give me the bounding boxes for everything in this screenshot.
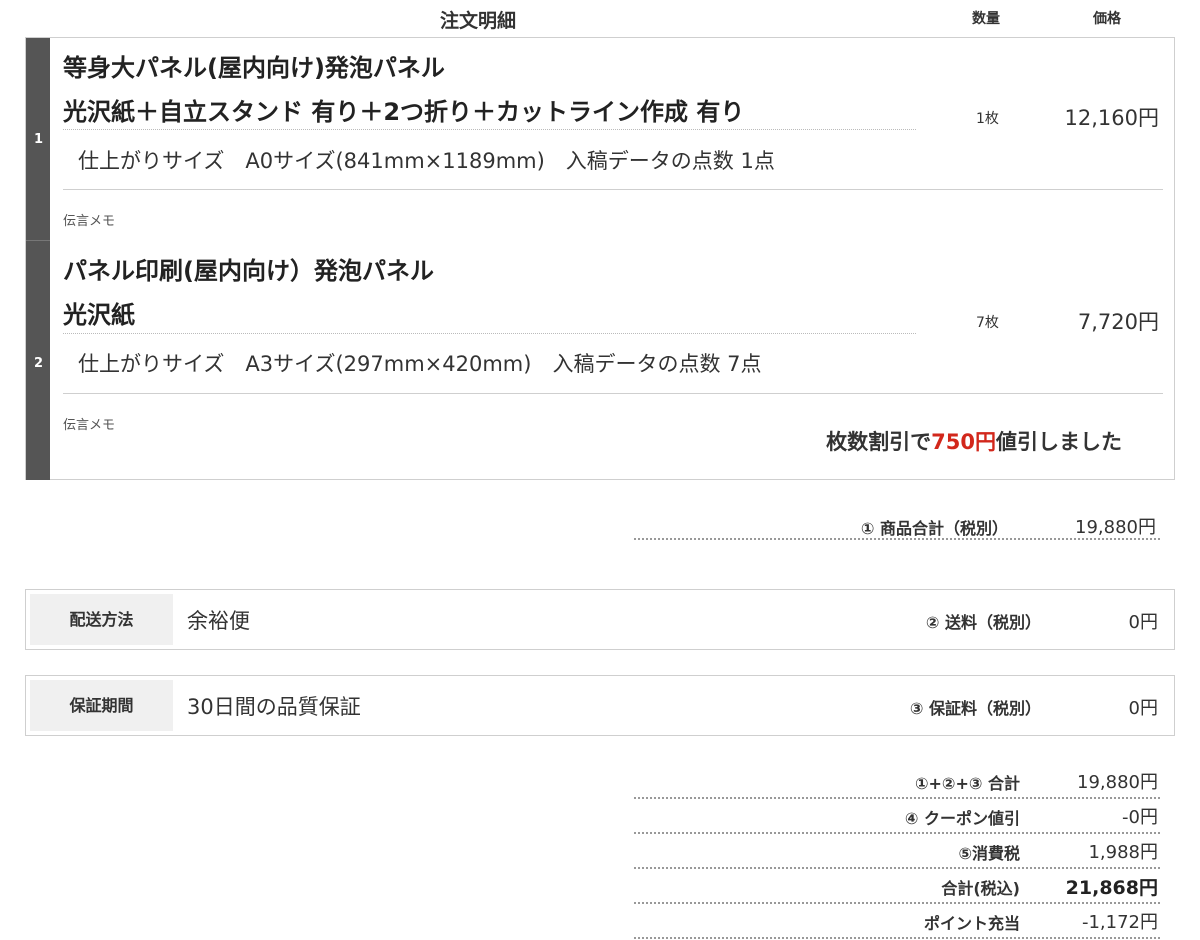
warranty-fee-value: 0円 bbox=[1128, 698, 1158, 719]
item-number: 2 bbox=[34, 356, 44, 371]
totals-row-combined: ①+②+③ 合計 19,880円 bbox=[634, 764, 1160, 799]
item-name-line1: 等身大パネル(屋内向け)発泡パネル bbox=[63, 54, 445, 82]
product-subtotal-label: ① 商品合計（税別） bbox=[860, 519, 1008, 538]
shipping-method-tag: 配送方法 bbox=[30, 594, 173, 645]
totals-value: -1,172円 bbox=[1081, 912, 1158, 933]
totals-value: -0円 bbox=[1122, 807, 1158, 828]
item-name-line2: 光沢紙＋自立スタンド 有り＋2つ折り＋カットライン作成 有り bbox=[63, 98, 745, 126]
order-totals: ①+②+③ 合計 19,880円 ④ クーポン値引 -0円 ⑤消費税 1,988… bbox=[634, 764, 1160, 939]
item-separator bbox=[63, 393, 1163, 394]
shipping-fee-label: ② 送料（税別） bbox=[925, 613, 1041, 632]
order-details-title: 注文明細 bbox=[440, 10, 517, 32]
discount-suffix: 値引しました bbox=[996, 430, 1122, 454]
item-name-line1: パネル印刷(屋内向け）発泡パネル bbox=[63, 257, 434, 285]
product-subtotal-value: 19,880円 bbox=[1075, 517, 1156, 538]
item-divider bbox=[63, 333, 916, 334]
item-memo-label: 伝言メモ bbox=[63, 418, 116, 433]
warranty-period-value: 30日間の品質保証 bbox=[187, 695, 361, 719]
totals-label: ①+②+③ 合計 bbox=[914, 774, 1020, 793]
shipping-fee-value: 0円 bbox=[1128, 612, 1158, 633]
totals-value: 1,988円 bbox=[1088, 842, 1158, 863]
totals-value: 21,868円 bbox=[1065, 877, 1158, 899]
shipping-method-box: 配送方法 余裕便 ② 送料（税別） 0円 bbox=[25, 589, 1175, 650]
item-number-bar: 1 bbox=[26, 38, 50, 241]
item-name-line2: 光沢紙 bbox=[63, 301, 135, 329]
product-subtotal-row: ① 商品合計（税別） 19,880円 bbox=[634, 512, 1160, 540]
item-details: 仕上がりサイズ A3サイズ(297mm×420mm) 入稿データの点数 7点 bbox=[78, 352, 762, 376]
item-memo-label: 伝言メモ bbox=[63, 214, 116, 229]
item-number-bar: 2 bbox=[26, 241, 50, 480]
totals-row-points: ポイント充当 -1,172円 bbox=[634, 904, 1160, 939]
totals-row-grand-total: 合計(税込) 21,868円 bbox=[634, 869, 1160, 904]
warranty-fee-label: ③ 保証料（税別） bbox=[909, 699, 1041, 718]
totals-value: 19,880円 bbox=[1077, 772, 1158, 793]
totals-label: ポイント充当 bbox=[923, 914, 1020, 933]
order-table-header: 注文明細 数量 価格 bbox=[0, 0, 1200, 34]
totals-label: ④ クーポン値引 bbox=[904, 809, 1020, 828]
item-quantity: 1枚 bbox=[976, 111, 999, 127]
quantity-column-header: 数量 bbox=[972, 11, 1000, 27]
item-price: 12,160円 bbox=[1064, 106, 1159, 130]
item-quantity: 7枚 bbox=[976, 315, 999, 331]
item-number: 1 bbox=[34, 132, 44, 147]
discount-amount: 750円 bbox=[931, 430, 996, 454]
item-details: 仕上がりサイズ A0サイズ(841mm×1189mm) 入稿データの点数 1点 bbox=[78, 149, 775, 173]
item-price: 7,720円 bbox=[1077, 310, 1159, 334]
totals-label: ⑤消費税 bbox=[958, 844, 1020, 863]
item-divider bbox=[63, 129, 916, 130]
price-column-header: 価格 bbox=[1093, 11, 1121, 27]
totals-label: 合計(税込) bbox=[941, 879, 1020, 898]
item-separator bbox=[63, 189, 1163, 190]
warranty-period-tag: 保証期間 bbox=[30, 680, 173, 731]
shipping-method-value: 余裕便 bbox=[187, 609, 250, 633]
totals-row-tax: ⑤消費税 1,988円 bbox=[634, 834, 1160, 869]
volume-discount-notice: 枚数割引で750円値引しました bbox=[826, 426, 1122, 456]
warranty-period-box: 保証期間 30日間の品質保証 ③ 保証料（税別） 0円 bbox=[25, 675, 1175, 736]
order-items-box: 1 等身大パネル(屋内向け)発泡パネル 光沢紙＋自立スタンド 有り＋2つ折り＋カ… bbox=[25, 37, 1175, 480]
discount-prefix: 枚数割引で bbox=[826, 430, 932, 454]
totals-row-coupon: ④ クーポン値引 -0円 bbox=[634, 799, 1160, 834]
